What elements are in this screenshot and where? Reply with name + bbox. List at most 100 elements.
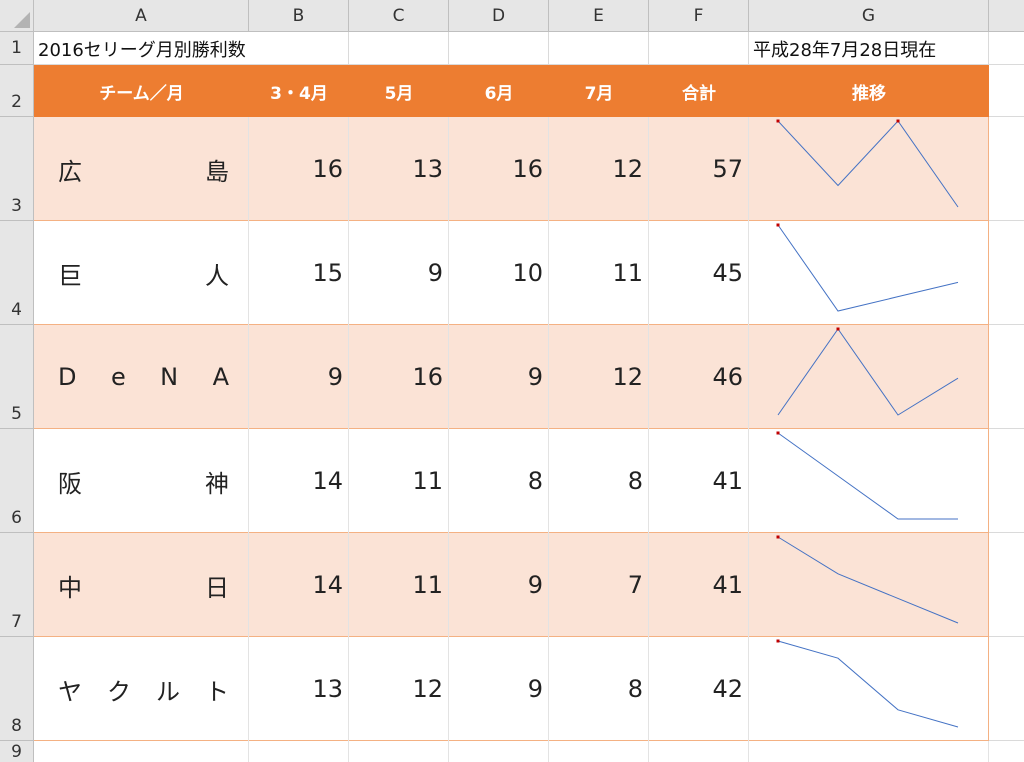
header-july[interactable]: 7月	[549, 65, 649, 117]
cell-wins-may[interactable]: 16	[349, 325, 449, 429]
cell-wins-may[interactable]: 11	[349, 429, 449, 533]
team-name-cell[interactable]: 巨 人	[34, 221, 249, 325]
cell-wins-june[interactable]: 10	[449, 221, 549, 325]
cell-wins-total[interactable]: 46	[649, 325, 749, 429]
column-header-b[interactable]: B	[249, 0, 349, 32]
sparkline-trend[interactable]	[749, 117, 989, 221]
team-name-char: 島	[205, 157, 229, 186]
column-header-d[interactable]: D	[449, 0, 549, 32]
gridline	[989, 740, 1024, 741]
team-name-char: 広	[58, 157, 82, 186]
cell-wins-july[interactable]: 7	[549, 533, 649, 637]
sparkline-trend[interactable]	[749, 429, 989, 533]
team-name-char: ク	[107, 677, 131, 706]
row-header-1[interactable]: 1	[0, 32, 34, 65]
team-name-char: 阪	[58, 469, 82, 498]
cell-wins-march-april[interactable]: 14	[249, 429, 349, 533]
cell-wins-may[interactable]: 12	[349, 637, 449, 741]
team-name-cell[interactable]: 広 島	[34, 117, 249, 221]
cell-wins-total[interactable]: 42	[649, 637, 749, 741]
row-header-2[interactable]: 2	[0, 65, 34, 117]
sparkline-high-marker	[896, 119, 900, 123]
team-name-char: e	[110, 363, 126, 391]
as-of-date: 平成28年7月28日現在	[753, 39, 937, 61]
select-all-triangle-icon	[14, 12, 30, 28]
cell-f1[interactable]	[649, 32, 749, 65]
row-header-5[interactable]: 5	[0, 325, 34, 429]
sparkline-trend[interactable]	[749, 637, 989, 741]
row-header-4[interactable]: 4	[0, 221, 34, 325]
team-name-char: 日	[205, 573, 229, 602]
cell-wins-july[interactable]: 11	[549, 221, 649, 325]
cell-d1[interactable]	[449, 32, 549, 65]
header-total[interactable]: 合計	[649, 65, 749, 117]
cell-wins-july[interactable]: 8	[549, 429, 649, 533]
team-name-char: ヤ	[58, 677, 82, 706]
cell-wins-may[interactable]: 13	[349, 117, 449, 221]
cell-wins-may[interactable]: 9	[349, 221, 449, 325]
column-header-e[interactable]: E	[549, 0, 649, 32]
column-header-a[interactable]: A	[34, 0, 249, 32]
team-name-char: ト	[205, 677, 229, 706]
sparkline-trend[interactable]	[749, 221, 989, 325]
sparkline-line	[777, 536, 959, 624]
column-header-g[interactable]: G	[749, 0, 989, 32]
sparkline-trend[interactable]	[749, 533, 989, 637]
team-name-char: N	[160, 363, 179, 391]
cell-wins-march-april[interactable]: 13	[249, 637, 349, 741]
header-march-april[interactable]: 3・4月	[249, 65, 349, 117]
team-name-cell[interactable]: 阪 神	[34, 429, 249, 533]
table-title: 2016セリーグ月別勝利数	[38, 39, 246, 61]
column-divider	[548, 741, 549, 762]
column-divider	[748, 741, 749, 762]
team-name-char: 神	[205, 469, 229, 498]
header-team[interactable]: チーム／月	[34, 65, 249, 117]
gridline	[989, 636, 1024, 637]
select-all-corner[interactable]	[0, 0, 34, 32]
team-name-cell[interactable]: ヤ ク ル ト	[34, 637, 249, 741]
cell-wins-total[interactable]: 57	[649, 117, 749, 221]
cell-h2[interactable]	[989, 65, 1024, 117]
row-header-3[interactable]: 3	[0, 117, 34, 221]
header-june[interactable]: 6月	[449, 65, 549, 117]
cell-wins-march-april[interactable]: 15	[249, 221, 349, 325]
cell-wins-june[interactable]: 9	[449, 533, 549, 637]
row-header-6[interactable]: 6	[0, 429, 34, 533]
gridline	[989, 324, 1024, 325]
sparkline-line	[777, 640, 959, 728]
cell-wins-march-april[interactable]: 9	[249, 325, 349, 429]
team-name-cell[interactable]: 中 日	[34, 533, 249, 637]
cell-wins-june[interactable]: 9	[449, 637, 549, 741]
row-header-9[interactable]: 9	[0, 741, 34, 762]
sparkline-trend[interactable]	[749, 325, 989, 429]
cell-wins-total[interactable]: 41	[649, 533, 749, 637]
cell-wins-july[interactable]: 12	[549, 117, 649, 221]
cell-wins-july[interactable]: 12	[549, 325, 649, 429]
sparkline-high-marker	[776, 119, 780, 123]
cell-wins-june[interactable]: 8	[449, 429, 549, 533]
team-name-char: D	[58, 363, 77, 391]
row-header-8[interactable]: 8	[0, 637, 34, 741]
spreadsheet: A B C D E F G 1 2 3 4 5 6 7 8 9 2016セリーグ…	[0, 0, 1024, 762]
cell-e1[interactable]	[549, 32, 649, 65]
cell-c1[interactable]	[349, 32, 449, 65]
cell-wins-june[interactable]: 9	[449, 325, 549, 429]
column-header-c[interactable]: C	[349, 0, 449, 32]
team-name-char: 中	[58, 573, 82, 602]
column-header-f[interactable]: F	[649, 0, 749, 32]
cell-wins-march-april[interactable]: 14	[249, 533, 349, 637]
cell-wins-march-april[interactable]: 16	[249, 117, 349, 221]
team-name-cell[interactable]: D e N A	[34, 325, 249, 429]
column-header-h[interactable]	[989, 0, 1024, 32]
header-trend[interactable]: 推移	[749, 65, 989, 117]
cell-wins-total[interactable]: 41	[649, 429, 749, 533]
cell-wins-july[interactable]: 8	[549, 637, 649, 741]
team-name-char: 巨	[58, 261, 82, 290]
cell-wins-may[interactable]: 11	[349, 533, 449, 637]
cell-wins-total[interactable]: 45	[649, 221, 749, 325]
cell-h1[interactable]	[989, 32, 1024, 65]
cell-wins-june[interactable]: 16	[449, 117, 549, 221]
row-header-7[interactable]: 7	[0, 533, 34, 637]
header-may[interactable]: 5月	[349, 65, 449, 117]
sparkline-line	[777, 120, 959, 208]
